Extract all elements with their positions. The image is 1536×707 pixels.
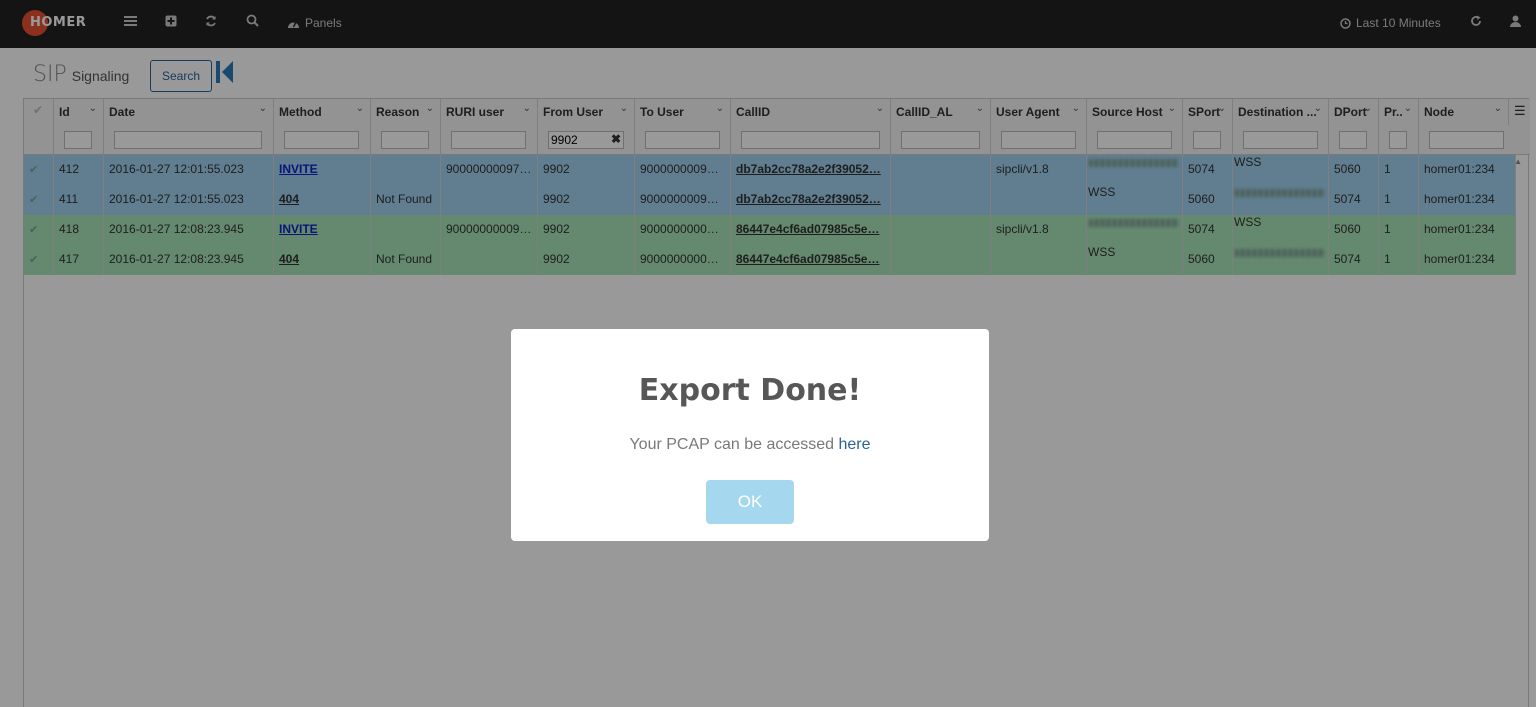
dialog-message: Your PCAP can be accessed here: [511, 436, 989, 454]
ok-button[interactable]: OK: [706, 480, 794, 524]
dialog-message-text: Your PCAP can be accessed: [629, 436, 835, 453]
pcap-download-link[interactable]: here: [839, 436, 871, 453]
export-done-dialog: Export Done! Your PCAP can be accessed h…: [511, 329, 989, 541]
dialog-title: Export Done!: [638, 373, 862, 408]
